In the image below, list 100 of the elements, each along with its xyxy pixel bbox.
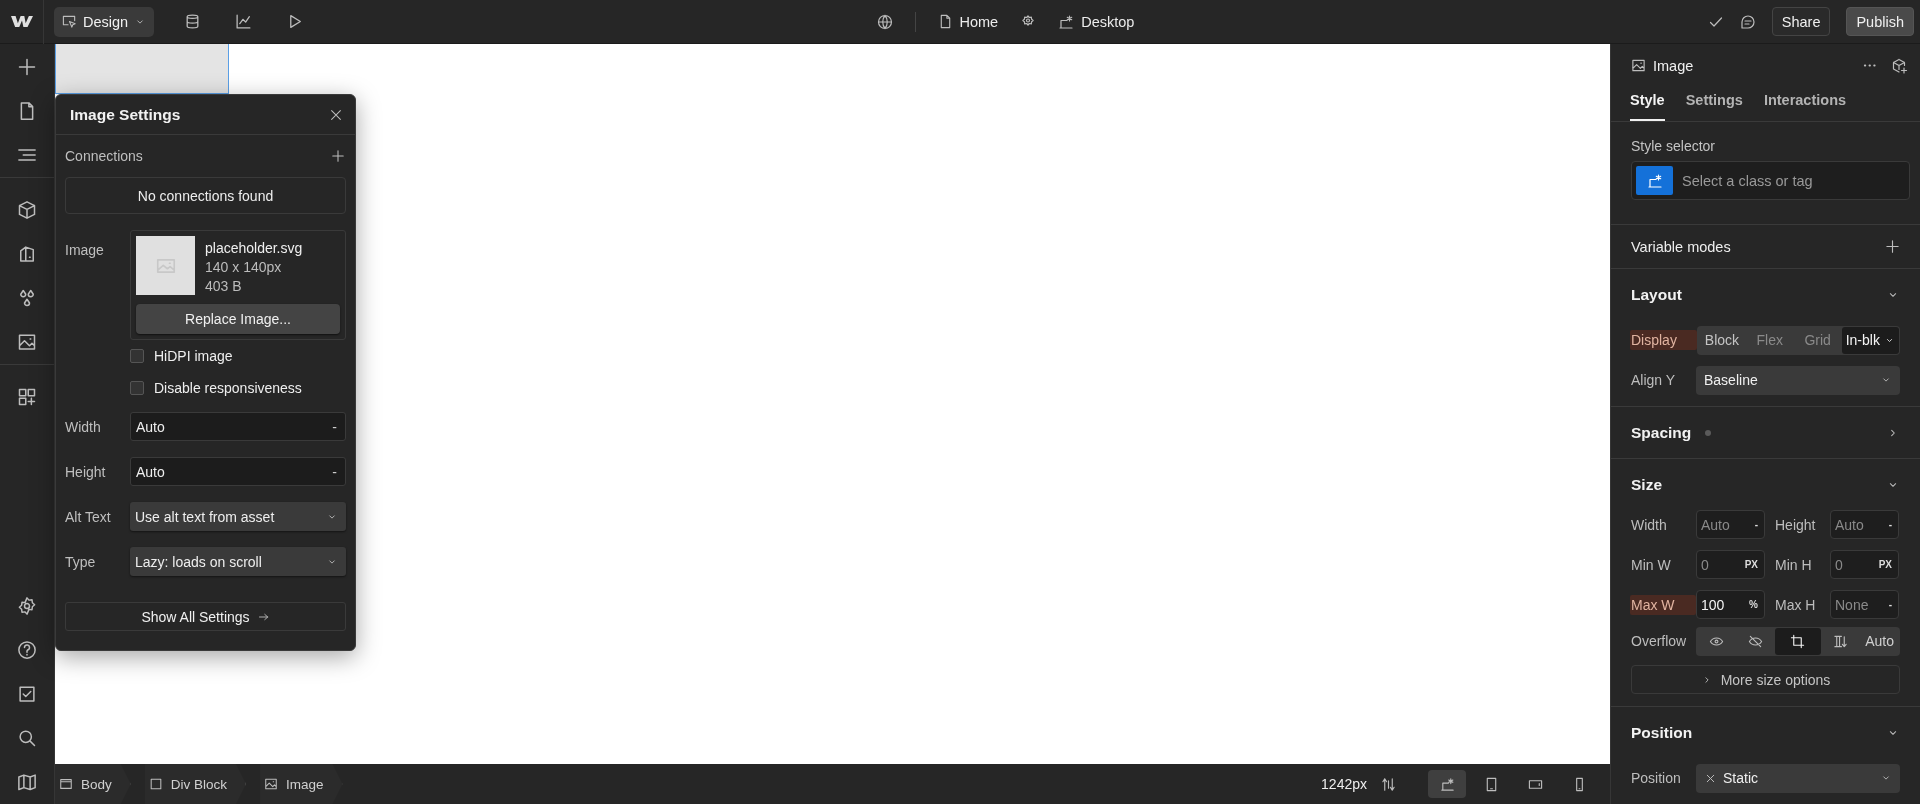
field-label: Height — [1774, 516, 1817, 533]
globe-icon[interactable] — [876, 13, 893, 30]
field-label: Max H — [1774, 596, 1817, 613]
image-icon — [1631, 58, 1646, 74]
show-all-settings-button[interactable]: Show All Settings — [65, 602, 346, 631]
more-size-options-button[interactable]: More size options — [1631, 665, 1900, 694]
file-size: 403 B — [205, 278, 243, 294]
map-icon[interactable] — [17, 772, 37, 792]
unit-label: - — [1754, 519, 1758, 530]
field-label: Display — [1630, 330, 1697, 350]
breakpoint-selector[interactable]: Desktop — [1058, 13, 1135, 30]
segment-option[interactable]: In-blk — [1841, 326, 1899, 354]
dropdown[interactable]: Static — [1696, 763, 1900, 793]
checkbox[interactable] — [130, 349, 144, 363]
scroll-icon[interactable] — [1833, 633, 1849, 649]
checklist-icon[interactable] — [17, 684, 37, 704]
dropdown[interactable]: Use alt text from asset — [130, 502, 346, 531]
desktop-icon — [1439, 776, 1455, 792]
publish-button[interactable]: Publish — [1846, 7, 1914, 36]
tab[interactable]: Settings — [1685, 87, 1743, 122]
desktop-icon — [1058, 13, 1075, 30]
section-title[interactable]: Position — [1631, 723, 1693, 742]
field-label: Image — [65, 241, 105, 258]
canvas-width: 1242px — [1321, 776, 1367, 792]
resize-icon[interactable] — [1381, 776, 1396, 792]
field-label: Height — [65, 463, 107, 480]
input-field[interactable]: Auto - — [130, 457, 346, 486]
unit-label: - — [1888, 519, 1892, 530]
status-dot — [1705, 429, 1712, 436]
dropdown[interactable]: Lazy: loads on scroll — [130, 547, 346, 576]
search-icon[interactable] — [17, 728, 37, 748]
breadcrumb[interactable]: Image — [260, 764, 343, 804]
unit-label: - — [332, 463, 337, 480]
input-field[interactable]: 0 PX — [1696, 550, 1765, 579]
input-field[interactable]: 0 PX — [1830, 550, 1899, 579]
image-icon[interactable] — [17, 332, 37, 352]
section-title: Variable modes — [1631, 238, 1731, 255]
input-field[interactable]: Auto - — [130, 412, 346, 441]
tab[interactable]: Interactions — [1763, 87, 1847, 122]
breadcrumb[interactable]: Body — [55, 764, 131, 804]
input-field[interactable]: Auto - — [1830, 510, 1899, 539]
crop-icon[interactable] — [1790, 633, 1806, 649]
empty-message: No connections found — [65, 177, 346, 214]
field-label: Width — [65, 418, 102, 435]
field-label: Width — [1631, 516, 1668, 533]
drops-icon[interactable] — [17, 288, 37, 308]
add-icon[interactable] — [331, 149, 345, 163]
component-icon[interactable] — [1892, 57, 1908, 74]
help-icon[interactable] — [17, 640, 37, 660]
section-title[interactable]: Layout — [1631, 285, 1682, 304]
unit-label: % — [1749, 599, 1758, 610]
input-field[interactable]: None - — [1830, 590, 1899, 619]
add-icon[interactable] — [17, 57, 37, 77]
field-label: Type — [65, 553, 97, 570]
panel-title: Image Settings — [70, 105, 181, 124]
checkbox-label: HiDPI image — [154, 348, 233, 364]
field-label: Overflow — [1631, 633, 1688, 649]
eye-off-icon[interactable] — [1747, 633, 1763, 649]
square-icon — [148, 777, 163, 791]
chart-icon[interactable] — [235, 13, 253, 30]
settings-icon[interactable] — [17, 596, 37, 616]
add-icon[interactable] — [1885, 239, 1900, 255]
segment-option[interactable]: Auto — [1860, 627, 1899, 655]
unit-label: - — [332, 418, 337, 435]
image-icon — [264, 777, 279, 791]
desktop-icon — [1646, 172, 1663, 189]
section-title[interactable]: Size — [1631, 475, 1662, 494]
close-icon[interactable] — [329, 107, 343, 122]
element-badge[interactable] — [1636, 166, 1673, 196]
style-selector-field[interactable]: Select a class or tag — [1631, 161, 1910, 201]
comment-icon[interactable] — [1739, 13, 1756, 30]
unit-label: - — [1888, 599, 1892, 610]
logo-icon[interactable] — [10, 14, 33, 29]
style-manager-icon[interactable] — [17, 244, 37, 264]
section-label: Connections — [65, 148, 143, 164]
unit-label: PX — [1878, 559, 1892, 570]
image-dimensions: 140 x 140px — [205, 259, 283, 275]
cube-icon[interactable] — [17, 200, 37, 220]
apps-icon[interactable] — [17, 387, 37, 407]
breadcrumb[interactable]: Div Block — [144, 764, 247, 804]
file-name: placeholder.svg — [205, 240, 303, 256]
input-field[interactable]: Auto - — [1696, 510, 1765, 539]
device-button[interactable] — [1428, 770, 1466, 798]
field-label: Align Y — [1631, 372, 1677, 388]
section-title[interactable]: Spacing — [1631, 423, 1692, 442]
field-label: Min W — [1631, 556, 1672, 573]
replace-image-button[interactable]: Replace Image... — [136, 304, 340, 334]
cursor-icon — [62, 14, 77, 29]
checkbox-label: Disable responsiveness — [154, 380, 302, 396]
tab[interactable]: Style — [1630, 87, 1665, 122]
design-mode-button[interactable]: Design — [54, 6, 155, 37]
element-name: Image — [1653, 57, 1694, 74]
checkbox[interactable] — [130, 381, 144, 395]
field-label: Min H — [1774, 556, 1813, 573]
share-button[interactable]: Share — [1771, 7, 1831, 36]
field-label: Alt Text — [65, 508, 112, 525]
dropdown[interactable]: Baseline — [1696, 365, 1900, 395]
page-selector[interactable]: Home — [937, 13, 999, 30]
segment-option[interactable]: Block — [1698, 326, 1746, 354]
input-field[interactable]: 100 % — [1696, 590, 1765, 619]
